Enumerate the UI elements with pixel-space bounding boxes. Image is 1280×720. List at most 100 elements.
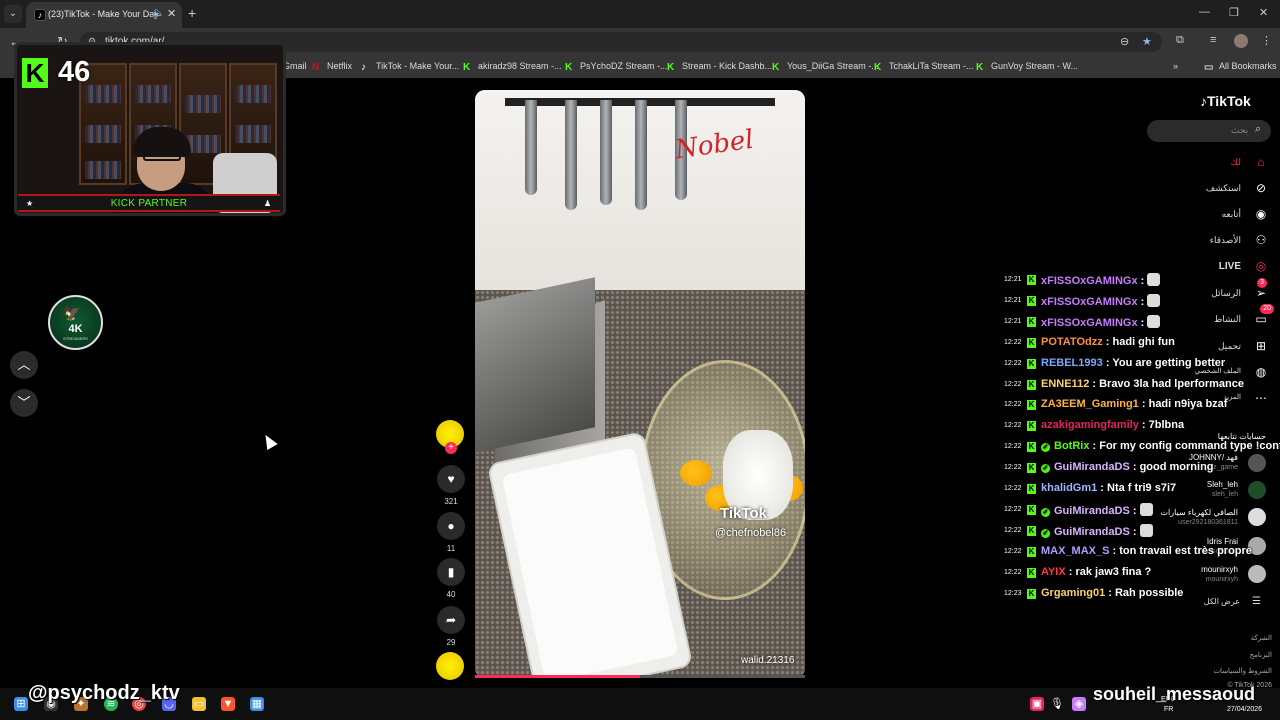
save-button[interactable]: ▮ bbox=[437, 558, 465, 586]
media-control-icon[interactable]: ≡ bbox=[1210, 34, 1216, 46]
kick-logo-icon: K bbox=[22, 58, 48, 88]
footer-company[interactable]: الشركة bbox=[1200, 634, 1272, 642]
windows-start-icon[interactable]: ⊞ bbox=[14, 697, 28, 711]
date-label[interactable]: 27/04/2026 bbox=[1227, 706, 1262, 713]
follow-plus-icon[interactable]: + bbox=[445, 442, 457, 454]
chat-username[interactable]: POTATOdzz bbox=[1041, 336, 1103, 348]
mouse-cursor bbox=[260, 431, 278, 451]
restore-button[interactable]: ❐ bbox=[1229, 6, 1239, 19]
mic-icon[interactable]: 🎙 bbox=[1050, 697, 1064, 711]
nav-messages[interactable]: الرسائل ➢ 3 bbox=[1180, 278, 1275, 305]
bookmark-icon: ▮ bbox=[447, 565, 455, 579]
tray-app-icon[interactable]: ◈ bbox=[1072, 697, 1086, 711]
chat-line: ✓ GuiMirandaDS : bbox=[1041, 502, 1153, 517]
creator-avatar[interactable]: + bbox=[436, 420, 464, 454]
bookmark-psychodz[interactable]: K PsYchoDZ Stream -... bbox=[565, 61, 668, 73]
nav-for-you[interactable]: لك ⌂ bbox=[1180, 152, 1275, 174]
kick-badge-icon: K bbox=[1027, 463, 1036, 474]
footer-terms[interactable]: الشروط والسياسات bbox=[1190, 667, 1272, 675]
comment-button[interactable]: ● bbox=[437, 512, 465, 540]
window-app-icon[interactable]: ▦ bbox=[250, 697, 264, 711]
chat-username[interactable]: khalidGm1 bbox=[1041, 482, 1097, 494]
sound-disc[interactable] bbox=[436, 652, 464, 680]
tab-search-button[interactable]: ⌄ bbox=[4, 5, 22, 23]
chat-username[interactable]: Grgaming01 bbox=[1041, 587, 1105, 599]
kick-partner-banner: ★ KICK PARTNER ♟ bbox=[18, 194, 280, 212]
footer-program[interactable]: البرنامج bbox=[1200, 651, 1272, 659]
chat-username[interactable]: ZA3EEM_Gaming1 bbox=[1041, 398, 1139, 410]
chat-username[interactable]: GuiMirandaDS bbox=[1054, 526, 1130, 538]
account-avatar[interactable] bbox=[1248, 508, 1266, 526]
bookmark-akiradz98[interactable]: Kakiradz98 Stream -... bbox=[463, 61, 562, 73]
nav-live[interactable]: LIVE ◎ bbox=[1180, 256, 1275, 278]
bookmark-netflix[interactable]: N Netflix bbox=[312, 61, 352, 73]
kick-badge-icon: K bbox=[1027, 484, 1036, 494]
bookmark-tchaklita[interactable]: K TchakLiTa Stream -... bbox=[874, 61, 974, 73]
chat-line: xFISSOxGAMINGx : bbox=[1041, 273, 1161, 287]
extensions-icon[interactable]: ⧉ bbox=[1176, 34, 1184, 47]
close-tab-icon[interactable]: ✕ bbox=[167, 7, 176, 20]
account-avatar[interactable] bbox=[1248, 454, 1266, 472]
account-avatar[interactable] bbox=[1248, 565, 1266, 583]
zoom-icon[interactable]: ⊖ bbox=[1120, 35, 1129, 48]
chat-username[interactable]: AYIX bbox=[1041, 566, 1066, 578]
chat-username[interactable]: MAX_MAX_S bbox=[1041, 545, 1109, 557]
bookmark-kick-dashboard[interactable]: K Stream - Kick Dashb... bbox=[667, 61, 772, 73]
bookmark-yous-diiga[interactable]: K Yous_DiiGa Stream -... bbox=[772, 61, 879, 73]
chat-username[interactable]: xFISSOxGAMINGx bbox=[1041, 296, 1138, 308]
chat-username[interactable]: xFISSOxGAMINGx bbox=[1041, 317, 1138, 329]
bookmark-gmail[interactable]: Gmail bbox=[283, 61, 307, 71]
share-button[interactable]: ➦ bbox=[437, 606, 465, 634]
browser-menu-icon[interactable]: ⋮ bbox=[1261, 34, 1272, 47]
next-video-button[interactable]: ﹀ bbox=[10, 389, 38, 417]
nav-activity[interactable]: النشاط ▭ 20 bbox=[1180, 304, 1275, 331]
chat-timestamp: 12:23 bbox=[1004, 589, 1022, 597]
search-input[interactable]: بحث ⌕ bbox=[1147, 120, 1271, 142]
emote-icon bbox=[1147, 314, 1161, 328]
lang-indicator-bottom[interactable]: FR bbox=[1164, 706, 1173, 713]
nav-friends[interactable]: الأصدقاء ⚇ bbox=[1180, 230, 1275, 252]
kick-badge-icon: K bbox=[1027, 379, 1036, 390]
bookmark-tiktok[interactable]: ♪ TikTok - Make Your... bbox=[361, 61, 459, 73]
person-icon: ♟ bbox=[264, 199, 272, 208]
streamer-handle-right: souheil_messaoud bbox=[1093, 684, 1256, 704]
video-player[interactable]: Nobel TikTok @chefnobel86 walid.21316 bbox=[475, 90, 805, 678]
tiktok-icon: ♪ bbox=[361, 62, 366, 73]
all-bookmarks[interactable]: ▭ All Bookmarks bbox=[1204, 61, 1277, 73]
window-close-button[interactable]: ✕ bbox=[1259, 6, 1268, 19]
chat-username[interactable]: BotRix bbox=[1054, 440, 1089, 452]
browser-tab[interactable]: ♪ (23)TikTok - Make Your Day 🔈 ✕ bbox=[26, 2, 182, 28]
file-explorer-icon[interactable]: ▭ bbox=[192, 697, 206, 711]
chat-username[interactable]: REBEL1993 bbox=[1041, 357, 1103, 369]
profile-avatar[interactable] bbox=[1234, 34, 1248, 48]
bookmark-gunvoy[interactable]: K GunVoy Stream - W... bbox=[976, 61, 1078, 73]
nav-explore[interactable]: استكشف ⊘ bbox=[1180, 178, 1275, 200]
video-progress-bar[interactable] bbox=[475, 675, 805, 678]
chat-message-text: hadi n9iya bzaf bbox=[1148, 398, 1228, 411]
chat-timestamp: 12:22 bbox=[1004, 359, 1022, 367]
nav-upload[interactable]: تحميل ⊞ bbox=[1180, 336, 1275, 358]
chat-username[interactable]: GuiMirandaDS bbox=[1054, 461, 1130, 473]
chat-username[interactable]: GuiMirandaDS bbox=[1054, 505, 1130, 517]
tray-app-icon[interactable]: ▣ bbox=[1030, 697, 1044, 711]
bookmarks-overflow-icon[interactable]: » bbox=[1173, 61, 1178, 71]
chat-line: REBEL1993 : You are getting better bbox=[1041, 356, 1226, 369]
chat-username[interactable]: ENNE112 bbox=[1041, 378, 1089, 390]
chat-username[interactable]: azakigamingfamily bbox=[1041, 419, 1139, 431]
minimize-button[interactable]: — bbox=[1199, 6, 1210, 18]
chat-username[interactable]: xFISSOxGAMINGx bbox=[1041, 275, 1138, 287]
account-avatar[interactable] bbox=[1248, 481, 1266, 499]
speaker-icon[interactable]: 🔈 bbox=[152, 8, 164, 19]
nav-following[interactable]: أتابعه ◉ bbox=[1180, 204, 1275, 226]
like-button[interactable]: ♥ bbox=[437, 465, 465, 493]
brave-icon[interactable]: ▼ bbox=[221, 697, 235, 711]
new-tab-button[interactable]: + bbox=[188, 5, 196, 21]
more-icon: ⋯ bbox=[1255, 391, 1267, 405]
creator-tag: walid.21316 bbox=[741, 655, 795, 666]
viewer-count: 46 bbox=[58, 56, 91, 88]
previous-video-button[interactable]: ︿ bbox=[10, 351, 38, 379]
tiktok-logo[interactable]: ♪TikTok bbox=[1200, 93, 1251, 109]
search-icon[interactable]: ⌕ bbox=[1255, 123, 1261, 136]
activity-badge: 20 bbox=[1260, 304, 1274, 314]
bookmark-star-icon[interactable]: ★ bbox=[1142, 35, 1152, 48]
